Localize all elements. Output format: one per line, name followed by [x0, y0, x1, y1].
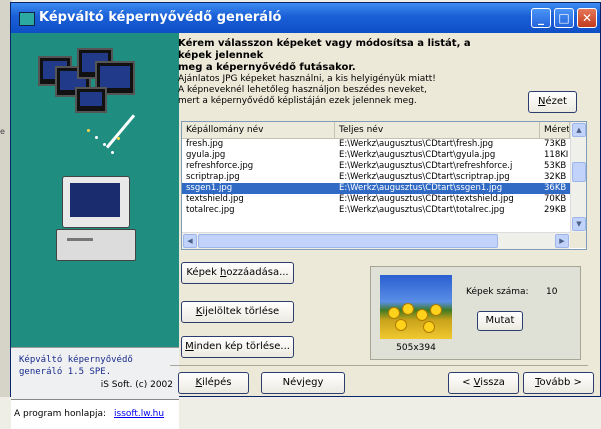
magic-wand-icon [105, 114, 136, 149]
homepage-label: A program honlapja: [14, 409, 106, 419]
app-info-box: Képváltó képernyővédő generáló 1.5 SPE. … [11, 347, 179, 400]
next-button[interactable]: Tovább > [523, 372, 594, 394]
about-button[interactable]: Névjegy [261, 372, 345, 394]
column-header-size[interactable]: Méret [540, 122, 570, 138]
homepage-link[interactable]: issoft.lw.hu [114, 409, 164, 419]
row-fullpath: E:\Werkz\augusztus\CDtart\scriptrap.jpg [339, 172, 510, 182]
sparkle-icon [87, 129, 90, 132]
preview-panel: 505x394 Képek száma: 10 Mutat [370, 266, 581, 360]
back-button[interactable]: < Vissza [448, 372, 519, 394]
row-fullpath: E:\Werkz\augusztus\CDtart\textshield.jpg [339, 194, 514, 204]
close-button[interactable]: ✕ [577, 8, 597, 28]
title-bar[interactable]: Képváltó képernyővédő generáló _ □ ✕ [11, 3, 600, 33]
image-list[interactable]: Képállomány név Teljes név Méret fresh.j… [181, 121, 587, 250]
bottom-separator [170, 365, 588, 366]
scrollbar-corner [570, 232, 586, 248]
scroll-left-icon[interactable]: ◀ [183, 234, 197, 248]
window-title: Képváltó képernyővédő generáló [39, 10, 282, 25]
side-panel: Képváltó képernyővédő generáló 1.5 SPE. … [11, 33, 179, 429]
homepage-box: A program honlapja: issoft.lw.hu [11, 399, 179, 429]
row-fullpath: E:\Werkz\augusztus\CDtart\totalrec.jpg [339, 205, 505, 215]
background-text: e [0, 127, 5, 136]
vertical-scrollbar[interactable]: ▲ ▼ [570, 122, 586, 232]
row-fullpath: E:\Werkz\augusztus\CDtart\gyula.jpg [339, 150, 496, 160]
sparkle-icon [103, 143, 106, 146]
scroll-down-icon[interactable]: ▼ [572, 217, 586, 231]
image-dimensions: 505x394 [396, 343, 436, 353]
minimize-button[interactable]: _ [531, 8, 551, 28]
instruction-heading-line1: Kérem válasszon képeket vagy módosítsa a… [178, 38, 471, 61]
sparkle-icon [111, 151, 114, 154]
row-fullpath: E:\Werkz\augusztus\CDtart\ssgen1.jpg [339, 183, 503, 193]
show-button[interactable]: Mutat [477, 311, 523, 331]
row-size: 73KB [544, 139, 567, 149]
table-row-selected[interactable]: ssgen1.jpg E:\Werkz\augusztus\CDtart\ssg… [182, 183, 570, 194]
row-filename: ssgen1.jpg [186, 183, 233, 193]
table-row[interactable]: refreshforce.jpg E:\Werkz\augusztus\CDta… [182, 161, 570, 172]
instruction-line1: Ajánlatos JPG képeket használni, a kis h… [178, 74, 436, 84]
image-count-value: 10 [546, 287, 558, 297]
exit-button[interactable]: Kilépés [178, 372, 249, 394]
instructions: Kérem válasszon képeket vagy módosítsa a… [178, 38, 498, 107]
row-size: 36KB [544, 183, 567, 193]
column-header-filename[interactable]: Képállomány név [182, 122, 335, 138]
row-filename: textshield.jpg [186, 194, 244, 204]
row-size: 29KB [544, 205, 567, 215]
row-size: 70KB [544, 194, 567, 204]
row-size: 53KB [544, 161, 567, 171]
table-row[interactable]: totalrec.jpg E:\Werkz\augusztus\CDtart\t… [182, 205, 570, 216]
table-row[interactable]: scriptrap.jpg E:\Werkz\augusztus\CDtart\… [182, 172, 570, 183]
row-size: 118KI [544, 150, 569, 160]
row-fullpath: E:\Werkz\augusztus\CDtart\fresh.jpg [339, 139, 494, 149]
column-header-fullpath[interactable]: Teljes név [335, 122, 540, 138]
small-monitor-icon [75, 87, 107, 113]
table-row[interactable]: textshield.jpg E:\Werkz\augusztus\CDtart… [182, 194, 570, 205]
image-count-label: Képek száma: [466, 287, 529, 297]
scroll-up-icon[interactable]: ▲ [572, 123, 586, 137]
instruction-heading-line2: meg a képernyővédő futásakor. [178, 62, 356, 73]
delete-all-button[interactable]: Minden kép törlése... [181, 336, 294, 358]
table-row[interactable]: fresh.jpg E:\Werkz\augusztus\CDtart\fres… [182, 139, 570, 150]
add-images-button[interactable]: Képek hozzáadása... [181, 262, 294, 284]
horizontal-scroll-thumb[interactable] [198, 234, 498, 248]
computer-icon [56, 176, 136, 262]
instruction-line3: mert a képernyővédő képlistáján ezek jel… [178, 96, 417, 106]
row-filename: gyula.jpg [186, 150, 226, 160]
list-header: Képállomány név Teljes név Méret [182, 122, 586, 139]
delete-selected-button[interactable]: Kijelöltek törlése [181, 301, 294, 323]
app-name-line1: Képváltó képernyővédő [19, 355, 133, 365]
sparkle-icon [95, 136, 98, 139]
row-size: 32KB [544, 172, 567, 182]
view-button[interactable]: Nézet [528, 91, 577, 113]
sparkle-icon [117, 137, 120, 140]
scroll-right-icon[interactable]: ▶ [555, 234, 569, 248]
preview-thumbnail [380, 275, 452, 339]
table-row[interactable]: gyula.jpg E:\Werkz\augusztus\CDtart\gyul… [182, 150, 570, 161]
row-fullpath: E:\Werkz\augusztus\CDtart\refreshforce.j [339, 161, 513, 171]
copyright-text: iS Soft. (c) 2002 [100, 380, 173, 390]
instruction-line2: A képneveknél lehetőleg használjon beszé… [178, 85, 427, 95]
row-filename: refreshforce.jpg [186, 161, 254, 171]
row-filename: totalrec.jpg [186, 205, 235, 215]
row-filename: scriptrap.jpg [186, 172, 240, 182]
row-filename: fresh.jpg [186, 139, 224, 149]
app-icon [19, 12, 35, 26]
horizontal-scrollbar[interactable]: ◀ ▶ [182, 232, 570, 249]
app-name-line2: generáló 1.5 SPE. [19, 367, 112, 377]
vertical-scroll-thumb[interactable] [572, 162, 586, 182]
maximize-button[interactable]: □ [554, 8, 574, 28]
